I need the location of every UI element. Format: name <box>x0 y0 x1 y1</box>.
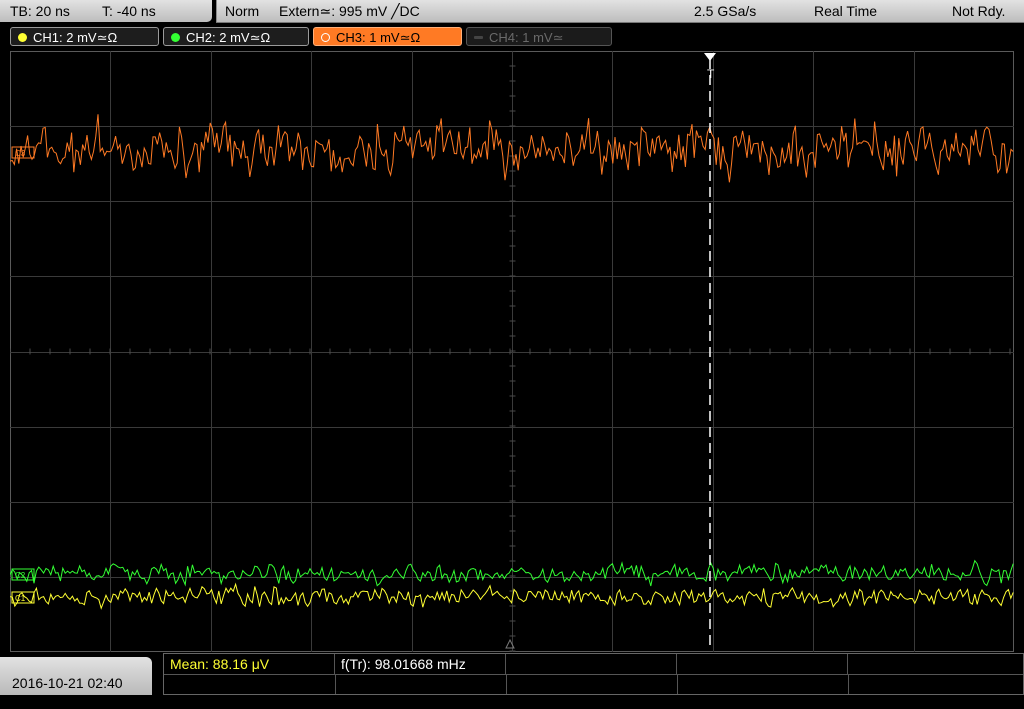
date-time-box: 2016-10-21 02:40 <box>0 657 152 695</box>
ready-status: Not Rdy. <box>952 3 1006 19</box>
channel-1-tab[interactable]: CH1: 2 mV≃Ω <box>10 27 159 46</box>
frequency-measurement: f(Tr): 98.01668 mHz <box>341 656 466 672</box>
channel-2-tab[interactable]: CH2: 2 mV≃Ω <box>163 27 309 46</box>
channel-1-ref-label: C1 <box>15 594 26 603</box>
trigger-mode: Norm <box>225 3 260 19</box>
acquisition-mode: Real Time <box>814 3 878 19</box>
measurement-cell-empty <box>848 654 1023 674</box>
channel-2-label: CH2: 2 mV≃Ω <box>186 30 271 45</box>
channel-1-label: CH1: 2 mV≃Ω <box>33 30 118 45</box>
timebase-value: TB: 20 ns <box>10 3 70 19</box>
measurement-cell-empty <box>677 654 848 674</box>
measurement-cell-mean[interactable]: Mean: 88.16 μV <box>164 654 335 674</box>
channel-3-dot-icon <box>321 33 330 42</box>
trigger-label: T <box>707 67 715 81</box>
acquisition-status[interactable]: Norm Extern≃: 995 mV ╱DC 2.5 GSa/s Real … <box>216 0 1024 23</box>
measurement-cell-divider <box>335 675 336 694</box>
mean-measurement: Mean: 88.16 μV <box>170 656 270 672</box>
channel-bar: CH1: 2 mV≃Ω CH2: 2 mV≃Ω CH3: 1 mV≃Ω CH4:… <box>0 25 1024 49</box>
timebase-box[interactable]: TB: 20 ns T: -40 ns <box>0 0 212 22</box>
channel-3-ref-label: C3 <box>15 149 26 158</box>
channel-3-tab[interactable]: CH3: 1 mV≃Ω <box>313 27 462 46</box>
channel-2-dot-icon <box>171 33 180 42</box>
channel-3-label: CH3: 1 mV≃Ω <box>336 30 421 45</box>
trigger-source: Extern≃: 995 mV ╱DC <box>279 3 420 19</box>
channel-4-dot-icon <box>474 36 483 39</box>
measurement-cell-divider <box>848 675 849 694</box>
channel-2-ref-label: C2 <box>15 571 26 580</box>
measurement-cell-empty <box>506 654 677 674</box>
separator <box>216 0 217 22</box>
measurement-panel[interactable]: Mean: 88.16 μV f(Tr): 98.01668 mHz <box>163 653 1024 695</box>
measurement-cell-frequency[interactable]: f(Tr): 98.01668 mHz <box>335 654 506 674</box>
sample-rate: 2.5 GSa/s <box>694 3 757 19</box>
channel-4-label: CH4: 1 mV≃ <box>489 30 564 45</box>
measurement-cell-divider <box>506 675 507 694</box>
measurement-row-divider <box>164 674 1023 675</box>
measurement-cell-divider <box>677 675 678 694</box>
channel-1-dot-icon <box>18 33 27 42</box>
bottom-bar: 2016-10-21 02:40 Mean: 88.16 μV f(Tr): 9… <box>0 652 1024 695</box>
trigger-position-value: T: -40 ns <box>102 3 156 19</box>
channel-4-tab[interactable]: CH4: 1 mV≃ <box>466 27 612 46</box>
top-status-bar: TB: 20 ns T: -40 ns Norm Extern≃: 995 mV… <box>0 0 1024 24</box>
date-time: 2016-10-21 02:40 <box>12 675 123 691</box>
waveform-display[interactable]: T C3 C2 C1 <box>10 51 1014 652</box>
oscilloscope-grid: T C3 C2 C1 <box>10 51 1014 652</box>
